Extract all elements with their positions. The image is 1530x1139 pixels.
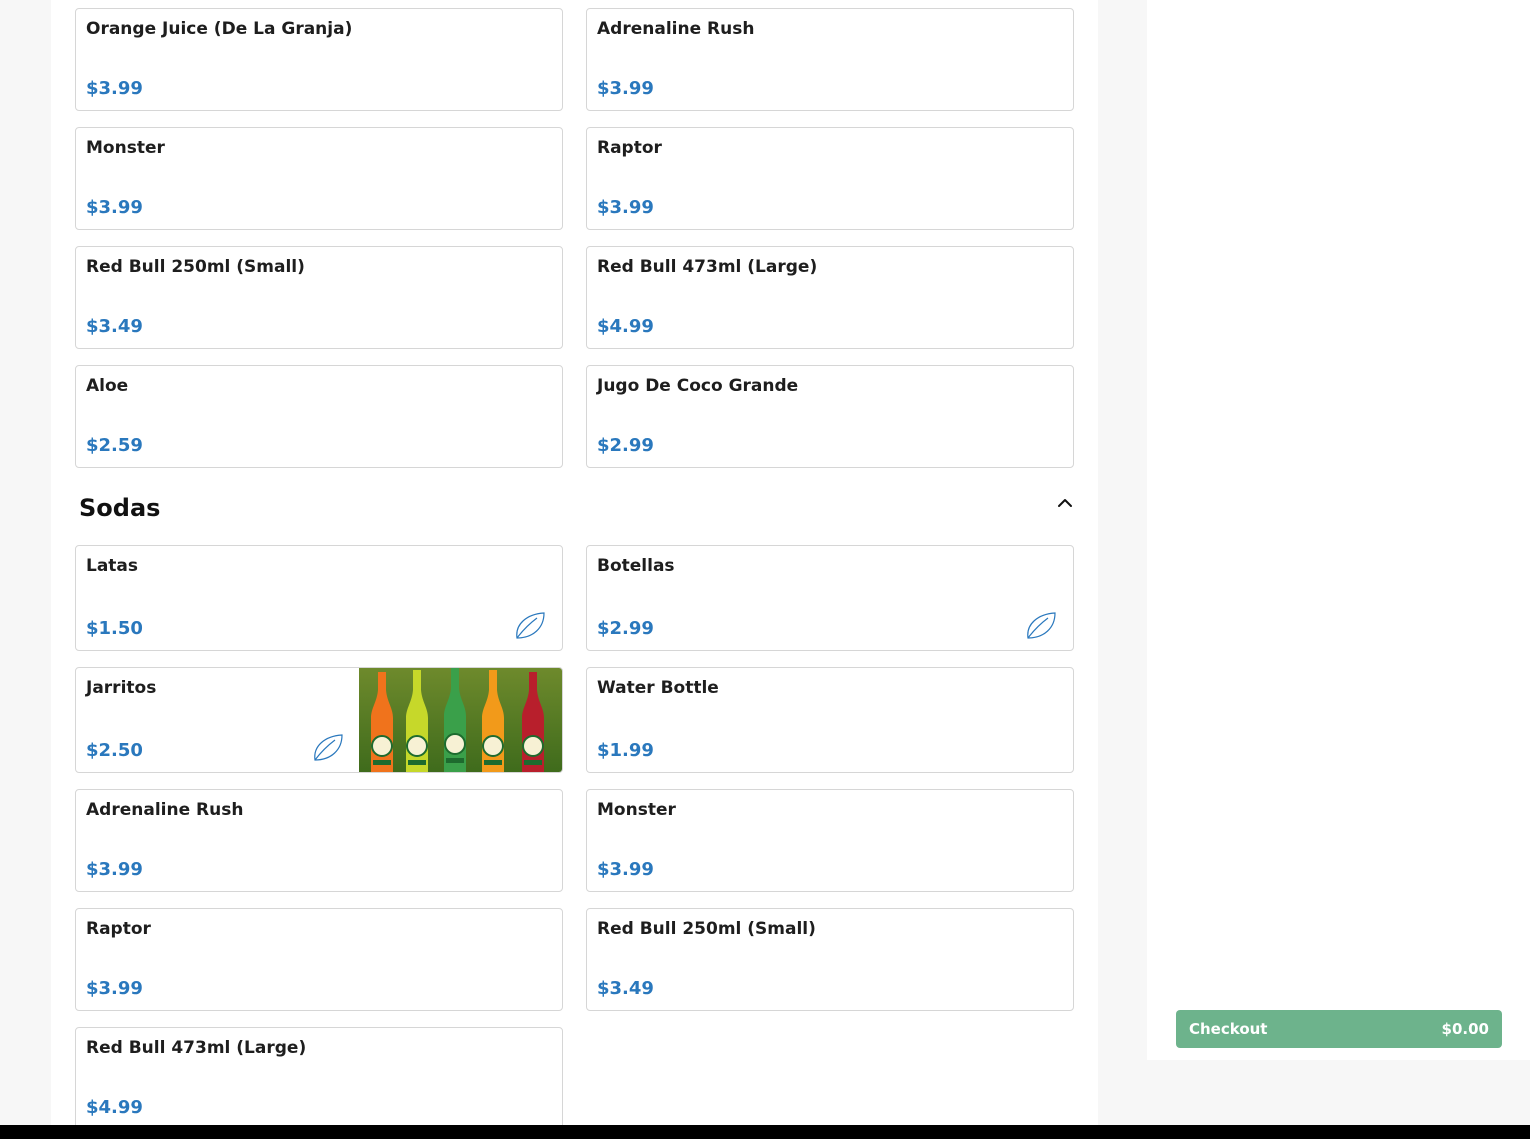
item-name: Jarritos	[86, 678, 157, 698]
menu-item-card[interactable]: Monster $3.99	[75, 127, 563, 230]
menu-item-card[interactable]: Water Bottle $1.99	[586, 667, 1074, 773]
jarritos-bottles-photo	[359, 668, 562, 772]
item-price: $1.50	[86, 618, 143, 639]
item-name: Monster	[597, 800, 676, 820]
drinks-grid: Orange Juice (De La Granja) $3.99 Adrena…	[75, 8, 1074, 468]
item-price: $3.99	[86, 78, 143, 99]
item-price: $2.99	[597, 435, 654, 456]
menu-item-card[interactable]: Latas $1.50	[75, 545, 563, 651]
menu-item-card[interactable]: Orange Juice (De La Granja) $3.99	[75, 8, 563, 111]
item-price: $2.59	[86, 435, 143, 456]
bottom-bar	[0, 1125, 1530, 1139]
item-name: Monster	[86, 138, 165, 158]
menu-item-card[interactable]: Adrenaline Rush $3.99	[75, 789, 563, 892]
item-price: $2.50	[86, 740, 143, 761]
menu-item-card[interactable]: Monster $3.99	[586, 789, 1074, 892]
item-name: Adrenaline Rush	[597, 19, 755, 39]
item-price: $3.99	[597, 78, 654, 99]
menu-item-card[interactable]: Raptor $3.99	[75, 908, 563, 1011]
section-title-sodas: Sodas	[79, 494, 161, 522]
cart-sidebar	[1147, 0, 1530, 1060]
item-price: $3.49	[86, 316, 143, 337]
item-name: Orange Juice (De La Granja)	[86, 19, 353, 39]
menu-item-card[interactable]: Aloe $2.59	[75, 365, 563, 468]
item-price: $4.99	[86, 1097, 143, 1118]
item-name: Aloe	[86, 376, 129, 396]
item-name: Raptor	[86, 919, 151, 939]
item-name: Jugo De Coco Grande	[597, 376, 799, 396]
leaf-icon	[1027, 612, 1056, 639]
sodas-grid: Latas $1.50 Botellas $2.99 Jarritos $2.5…	[75, 545, 1074, 1130]
menu-item-card[interactable]: Adrenaline Rush $3.99	[586, 8, 1074, 111]
item-name: Water Bottle	[597, 678, 719, 698]
item-name: Botellas	[597, 556, 675, 576]
checkout-label: Checkout	[1189, 1020, 1268, 1038]
item-name: Latas	[86, 556, 139, 576]
item-price: $3.99	[597, 859, 654, 880]
item-price: $3.99	[86, 197, 143, 218]
checkout-button[interactable]: Checkout $0.00	[1176, 1010, 1502, 1048]
item-price: $3.99	[86, 859, 143, 880]
menu-item-card[interactable]: Red Bull 250ml (Small) $3.49	[75, 246, 563, 349]
item-price: $3.99	[597, 197, 654, 218]
menu-item-card[interactable]: Red Bull 473ml (Large) $4.99	[586, 246, 1074, 349]
item-price: $3.99	[86, 978, 143, 999]
item-price: $3.49	[597, 978, 654, 999]
item-price: $4.99	[597, 316, 654, 337]
menu-item-card[interactable]: Jarritos $2.50	[75, 667, 563, 773]
menu-item-card[interactable]: Red Bull 473ml (Large) $4.99	[75, 1027, 563, 1130]
item-name: Red Bull 250ml (Small)	[86, 257, 305, 277]
item-name: Adrenaline Rush	[86, 800, 244, 820]
item-name: Red Bull 250ml (Small)	[597, 919, 816, 939]
item-name: Red Bull 473ml (Large)	[86, 1038, 307, 1058]
item-price: $1.99	[597, 740, 654, 761]
menu-panel: Orange Juice (De La Granja) $3.99 Adrena…	[51, 0, 1098, 1130]
menu-item-card[interactable]: Botellas $2.99	[586, 545, 1074, 651]
checkout-total: $0.00	[1441, 1020, 1489, 1038]
leaf-icon	[314, 734, 343, 761]
leaf-icon	[516, 612, 545, 639]
menu-item-card[interactable]: Red Bull 250ml (Small) $3.49	[586, 908, 1074, 1011]
item-name: Red Bull 473ml (Large)	[597, 257, 818, 277]
chevron-up-icon[interactable]	[1055, 493, 1075, 513]
item-price: $2.99	[597, 618, 654, 639]
menu-item-card[interactable]: Jugo De Coco Grande $2.99	[586, 365, 1074, 468]
item-name: Raptor	[597, 138, 662, 158]
menu-item-card[interactable]: Raptor $3.99	[586, 127, 1074, 230]
